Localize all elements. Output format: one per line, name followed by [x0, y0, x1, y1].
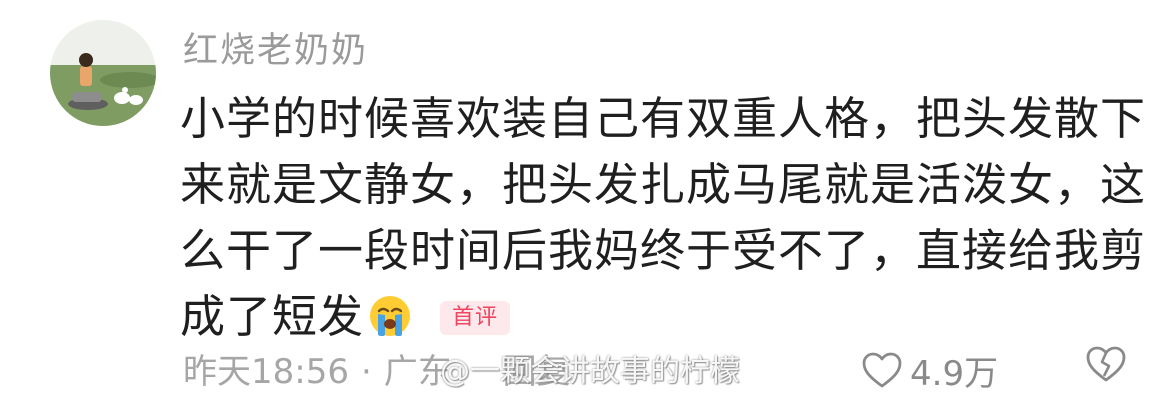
comment-line: 来就是文静女，把头发扎成马尾就是活泼女，这	[180, 158, 1147, 211]
comment-last-line: 成了短发 首评	[180, 284, 1140, 350]
avatar[interactable]	[50, 20, 156, 126]
comment-line: 小学的时候喜欢装自己有双重人格，把头发散下	[180, 92, 1147, 145]
crying-face-icon	[370, 296, 411, 336]
dislike-button[interactable]	[1086, 346, 1126, 388]
first-comment-badge: 首评	[440, 301, 511, 335]
comment-text: 小学的时候喜欢装自己有双重人格，把头发散下 来就是文静女，把头发扎成马尾就是活泼…	[180, 86, 1147, 350]
comment-line: 么干了一段时间后我妈终于受不了，直接给我剪	[180, 224, 1147, 277]
comment-time: 昨天18:56	[183, 352, 349, 392]
username[interactable]: 红烧老奶奶	[183, 22, 368, 73]
broken-heart-icon	[1086, 346, 1126, 382]
like-count: 4.9万	[910, 354, 999, 394]
avatar-image	[50, 20, 156, 126]
meta-separator: ·	[360, 352, 372, 392]
watermark: @一颗会讲故事的柠檬	[440, 354, 740, 389]
heart-icon	[862, 352, 902, 387]
comment-line: 成了短发	[180, 290, 365, 343]
like-button[interactable]: 4.9万	[862, 346, 998, 395]
